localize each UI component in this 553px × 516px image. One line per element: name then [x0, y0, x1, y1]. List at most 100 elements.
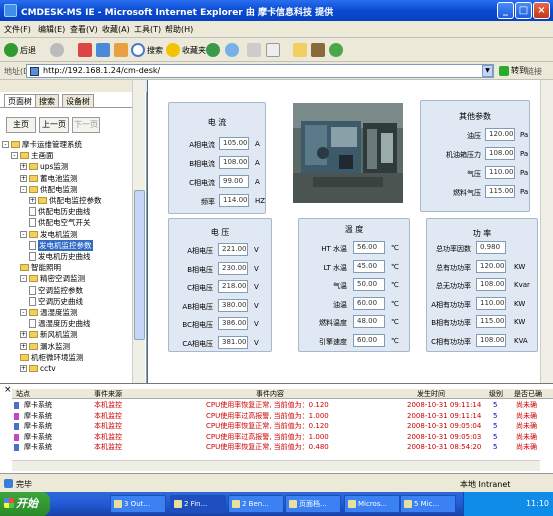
tree-item[interactable]: + cctv — [20, 363, 56, 374]
taskbar-button[interactable]: 5 Mic... — [400, 495, 456, 513]
tree-item[interactable]: - 精密空调监测 — [20, 273, 85, 284]
tree-item[interactable]: 供配电空气开关 — [29, 217, 91, 228]
col-time[interactable]: 发生时间 — [417, 389, 477, 399]
tab-search[interactable]: 搜索 — [35, 94, 59, 107]
tree-item[interactable]: - 供配电监测 — [20, 184, 78, 195]
menu-favorites[interactable]: 收藏(A) — [102, 24, 130, 35]
menu-view[interactable]: 查看(V) — [70, 24, 98, 35]
go-button[interactable]: 转到 — [499, 65, 527, 76]
tree-item[interactable]: - 主画面 — [11, 150, 54, 161]
tree-item[interactable]: + ups监测 — [20, 161, 68, 172]
col-site[interactable]: 站点 — [16, 389, 76, 399]
alarm-row[interactable]: 摩卡系统 本机监控 CPU使用率恢复正常, 当前值为：0.120 2008-10-31… — [12, 400, 553, 410]
expand-icon[interactable]: + — [29, 197, 36, 204]
taskbar-button[interactable]: 2 Ben... — [228, 495, 284, 513]
favorites-button[interactable]: 收藏夹 — [166, 41, 206, 59]
address-dropdown[interactable]: ▼ — [482, 65, 493, 77]
alarm-row[interactable]: 摩卡系统 本机监控 CPU使用率过高报警, 当前值为：1.000 2008-10-31… — [12, 432, 553, 442]
home-button[interactable] — [114, 41, 130, 59]
forward-button[interactable] — [50, 41, 66, 59]
menu-tools[interactable]: 工具(T) — [134, 24, 161, 35]
other-params-panel: 其他参数 油压 120.00 Pa 机油箱压力 108.00 Pa 气压 110.00 Pa 燃料… — [420, 100, 530, 212]
expand-icon[interactable]: + — [20, 163, 27, 171]
tree-item[interactable]: 机柜微环境监测 — [20, 352, 84, 363]
expand-icon[interactable]: + — [20, 365, 27, 372]
main-scrollbar[interactable] — [540, 80, 553, 383]
collapse-icon[interactable]: - — [20, 309, 27, 316]
collapse-icon[interactable]: - — [20, 185, 27, 193]
tree-item[interactable]: + 供配电监控参数 — [29, 195, 102, 206]
temperature-row-label: LT 水温 — [323, 263, 347, 272]
tree-item[interactable]: - 温湿度监测 — [20, 307, 78, 318]
tree-item[interactable]: + 漏水监测 — [20, 341, 70, 352]
tree-item[interactable]: + 蓄电池监测 — [20, 173, 78, 184]
expand-icon[interactable]: + — [20, 331, 27, 339]
print-button[interactable] — [247, 41, 263, 59]
collapse-icon[interactable]: - — [2, 141, 9, 148]
tree-item[interactable]: - 摩卡运维管理系统 — [2, 139, 82, 150]
temperature-value-field: 45.00 — [353, 259, 385, 273]
menu-help[interactable]: 帮助(H) — [165, 24, 193, 35]
left-scroll-thumb[interactable] — [134, 190, 145, 340]
tree-item[interactable]: 智能照明 — [20, 262, 61, 273]
folder-button[interactable] — [293, 41, 309, 59]
window-title-bar[interactable]: CMDESK-MS IE - Microsoft Internet Explor… — [0, 0, 553, 21]
tree-item[interactable]: 发电机历史曲线 — [29, 251, 91, 262]
col-status[interactable]: 是否已确 — [514, 389, 553, 399]
col-level[interactable]: 级别 — [489, 389, 509, 399]
start-button[interactable]: 开始 — [0, 492, 50, 516]
tree-item[interactable]: 供配电历史曲线 — [29, 206, 91, 217]
folder-icon — [11, 141, 20, 148]
taskbar-button[interactable]: 2 Fin... — [170, 495, 226, 513]
taskbar-button[interactable]: 3 Out... — [110, 495, 166, 513]
expand-icon[interactable]: + — [20, 342, 27, 350]
maximize-button[interactable]: □ — [515, 2, 532, 19]
menu-edit[interactable]: 编辑(E) — [38, 24, 65, 35]
tab-device-tree[interactable]: 设备树 — [62, 94, 94, 107]
other-unit: Pa — [520, 150, 529, 158]
tree-item-label: 主画面 — [31, 151, 54, 161]
close-alarm-pane-icon[interactable]: × — [4, 385, 12, 395]
home-nav-button[interactable]: 主页 — [6, 117, 36, 133]
tree-item[interactable]: 温湿度历史曲线 — [29, 318, 91, 329]
collapse-icon[interactable]: - — [11, 152, 18, 160]
col-content[interactable]: 事件内容 — [256, 389, 336, 399]
tab-page-tree[interactable]: 页面树 — [4, 94, 36, 107]
stop-button[interactable] — [78, 41, 94, 59]
tree-item-label: 供配电历史曲线 — [38, 207, 91, 217]
minimize-button[interactable]: _ — [497, 2, 514, 19]
messenger-button[interactable] — [329, 41, 345, 59]
alarm-row[interactable]: 摩卡系统 本机监控 CPU使用率恢复正常, 当前值为：0.480 2008-10-31… — [12, 442, 553, 452]
alarm-row[interactable]: 摩卡系统 本机监控 CPU使用率恢复正常, 当前值为：0.120 2008-10-31… — [12, 421, 553, 431]
forward-arrow-icon — [50, 43, 64, 57]
mail-button[interactable] — [225, 41, 241, 59]
search-button[interactable]: 搜索 — [131, 41, 163, 59]
history-button[interactable] — [206, 41, 222, 59]
left-scrollbar[interactable] — [132, 80, 145, 383]
expand-icon[interactable]: + — [20, 174, 27, 182]
tree-item[interactable]: 空调历史曲线 — [29, 296, 83, 307]
alarm-row[interactable]: 摩卡系统 本机监控 CPU使用率过高报警, 当前值为：1.000 2008-10-31… — [12, 411, 553, 421]
edit-button[interactable] — [266, 41, 282, 59]
taskbar-button[interactable]: Micros... — [344, 495, 400, 513]
tree-item[interactable]: 空调监控参数 — [29, 285, 83, 296]
power-unit: KW — [514, 318, 526, 326]
taskbar-button[interactable]: 页面档... — [285, 495, 341, 513]
refresh-button[interactable] — [96, 41, 112, 59]
links-button[interactable]: 链接 — [526, 66, 542, 77]
prev-page-button[interactable]: 上一页 — [39, 117, 69, 133]
back-button[interactable]: 后退 — [4, 41, 36, 59]
col-source[interactable]: 事件来源 — [94, 389, 154, 399]
menu-file[interactable]: 文件(F) — [4, 24, 31, 35]
tree-item[interactable]: 发电机监控参数 — [29, 239, 93, 251]
next-page-button[interactable]: 下一页 — [72, 117, 100, 133]
collapse-icon[interactable]: - — [20, 275, 27, 283]
close-button[interactable]: × — [533, 2, 550, 19]
tree-item[interactable]: - 发电机监测 — [20, 229, 78, 240]
alarm-scrollbar[interactable] — [12, 460, 540, 471]
tree-item-label: 摩卡运维管理系统 — [22, 140, 82, 149]
address-input[interactable]: http://192.168.1.24/cm-desk/ — [26, 64, 494, 78]
collapse-icon[interactable]: - — [20, 230, 27, 238]
tools-button[interactable] — [311, 41, 327, 59]
tree-item[interactable]: + 新风机监测 — [20, 329, 78, 340]
